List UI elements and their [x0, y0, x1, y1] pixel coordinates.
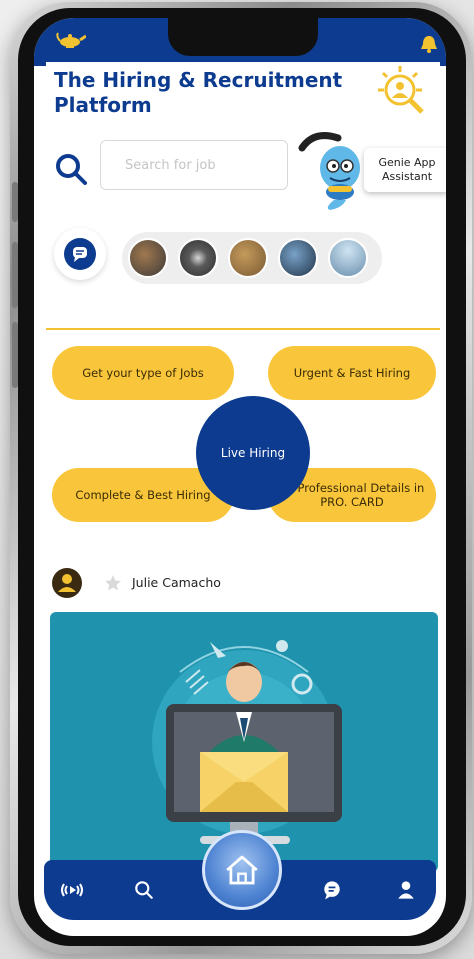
home-icon — [226, 855, 258, 885]
lamp-icon[interactable] — [56, 28, 86, 50]
bell-icon[interactable] — [420, 34, 438, 54]
search-icon[interactable] — [130, 876, 158, 904]
chat-bubble-icon — [64, 238, 96, 270]
section-divider — [46, 328, 440, 330]
genie-mascot-icon — [298, 132, 360, 210]
search-input[interactable] — [100, 140, 288, 190]
search-icon[interactable] — [54, 152, 88, 186]
avatar[interactable] — [52, 568, 82, 598]
star-icon[interactable] — [104, 574, 122, 592]
story-avatar[interactable] — [328, 238, 368, 278]
page-title: The Hiring & Recruitment Platform — [54, 68, 343, 117]
post-username[interactable]: Julie Camacho — [132, 575, 221, 590]
app-screen: The Hiring & Recruitment Platform Search… — [34, 18, 446, 936]
phone-notch — [168, 18, 318, 56]
live-hiring-button[interactable]: Live Hiring — [196, 396, 310, 510]
story-avatar[interactable] — [278, 238, 318, 278]
home-button[interactable] — [202, 830, 282, 910]
story-avatar[interactable] — [128, 238, 168, 278]
genie-assistant-label: Genie App Assistant — [364, 148, 446, 192]
live-broadcast-icon[interactable] — [58, 876, 86, 904]
story-avatar[interactable] — [178, 238, 218, 278]
user-icon — [58, 574, 76, 592]
chat-menu-button[interactable] — [54, 228, 106, 280]
profile-icon[interactable] — [392, 876, 420, 904]
genie-assistant[interactable]: Genie App Assistant — [294, 128, 446, 210]
recruitment-search-icon — [378, 66, 424, 114]
story-avatar[interactable] — [228, 238, 268, 278]
main-content: The Hiring & Recruitment Platform Search… — [46, 62, 446, 892]
urgent-hiring-button[interactable]: Urgent & Fast Hiring — [268, 346, 436, 400]
post-header: Julie Camacho — [52, 566, 432, 602]
stories-bar — [122, 232, 382, 284]
chat-icon[interactable] — [318, 876, 346, 904]
job-types-button[interactable]: Get your type of Jobs — [52, 346, 234, 400]
